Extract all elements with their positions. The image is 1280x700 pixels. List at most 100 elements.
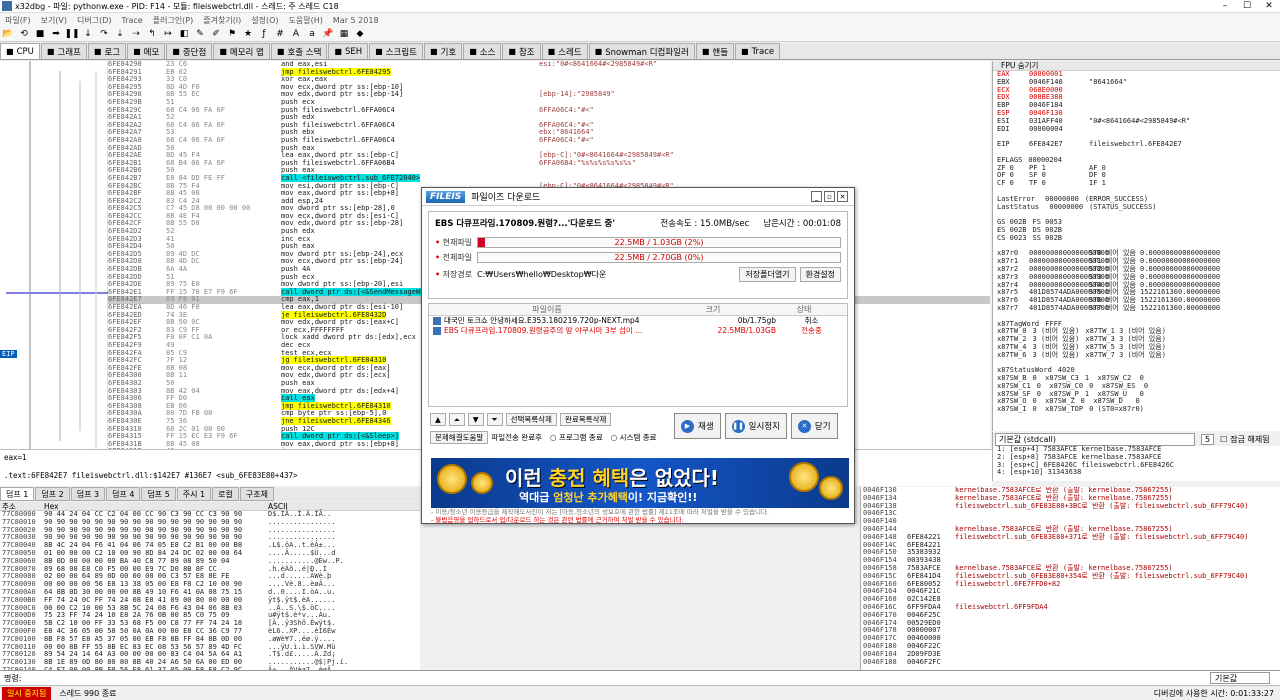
restart-icon[interactable]: ⟲ bbox=[17, 28, 31, 40]
tab-14[interactable]: ■ 핸들 bbox=[695, 43, 735, 59]
file-list[interactable]: 파일이름 크기 상태 대국민 토크쇼 안녕하세요.E353.180219.720… bbox=[428, 303, 848, 407]
register-row[interactable]: EDI 00000004 bbox=[993, 125, 1280, 134]
comment-icon[interactable]: ✐ bbox=[209, 28, 223, 40]
patch-icon[interactable]: ✎ bbox=[193, 28, 207, 40]
file-row[interactable]: 대국민 토크쇼 안녕하세요.E353.180219.720p-NEXT.mp4 0… bbox=[429, 316, 847, 326]
exit-program-option[interactable]: ○ 프로그램 종료 bbox=[550, 432, 603, 443]
calling-convention-select[interactable]: 기본값 (stdcall) bbox=[995, 432, 1195, 446]
font-icon[interactable]: A bbox=[289, 28, 303, 40]
minimize-icon[interactable]: – bbox=[1214, 1, 1236, 11]
tab-3[interactable]: ■ 메모 bbox=[127, 43, 166, 59]
menu-item[interactable]: 보기(V) bbox=[36, 15, 72, 26]
register-row[interactable]: x87r7 401D8574ADA00000000ST7 비어 있음 152216… bbox=[993, 304, 1280, 313]
dialog-minimize-icon[interactable]: _ bbox=[811, 191, 822, 202]
arg-count-spinner[interactable]: 5 bbox=[1201, 433, 1215, 445]
dump-tab-7[interactable]: 로컬 bbox=[212, 487, 239, 501]
dialog-close-icon[interactable]: ✕ bbox=[837, 191, 848, 202]
disasm-row[interactable]: 6FE84293 33 C0 xor eax,eax bbox=[108, 76, 990, 84]
run-icon[interactable]: ➡ bbox=[49, 28, 63, 40]
tab-9[interactable]: ■ 기호 bbox=[424, 43, 463, 59]
registers-view[interactable]: FPU 숨기기 EAX 00000001 EBX 0046F140 "8641664" E… bbox=[992, 61, 1280, 431]
strings-icon[interactable]: a bbox=[305, 28, 319, 40]
disasm-row[interactable]: 6FE842B6 50 push eax bbox=[108, 167, 990, 175]
label-icon[interactable]: ⚑ bbox=[225, 28, 239, 40]
pause-icon[interactable]: ❚❚ bbox=[64, 28, 79, 40]
lock-checkbox[interactable]: ☐ bbox=[1220, 435, 1227, 444]
register-row[interactable]: x87SW_I 0 x87SW_TOP 0 (ST0=x87r0) bbox=[993, 405, 1280, 414]
hash-icon[interactable]: # bbox=[273, 28, 287, 40]
stack-row[interactable]: 0046F138 fileiswebctrl.sub_6FE83E80+3BC로 … bbox=[861, 502, 1280, 511]
tab-10[interactable]: ■ 소스 bbox=[463, 43, 502, 59]
register-row[interactable]: CF 0 TF 0 IF 1 bbox=[993, 179, 1280, 188]
shutdown-option[interactable]: ○ 시스템 종료 bbox=[611, 432, 657, 443]
tab-15[interactable]: ■ Trace bbox=[735, 43, 781, 59]
menu-item[interactable]: Mar 5 2018 bbox=[328, 16, 384, 25]
bookmark-icon[interactable]: ★ bbox=[241, 28, 255, 40]
move-up-button[interactable]: ▲ bbox=[430, 413, 446, 426]
move-top-button[interactable]: ⏶ bbox=[448, 413, 465, 426]
menu-item[interactable]: 파일(F) bbox=[0, 15, 36, 26]
disasm-row[interactable]: 6FE8429C 68 C4 06 FA 6F push fileiswebctrl… bbox=[108, 106, 990, 115]
help-button[interactable]: 문제해결도움말 bbox=[430, 431, 489, 444]
step-over-icon[interactable]: ↷ bbox=[97, 28, 111, 40]
tab-8[interactable]: ■ 스크립트 bbox=[369, 43, 423, 59]
file-row[interactable]: EBS 다큐프라임.170809.원령공주의 땅 야쿠시마 3부 섬이 ... 2… bbox=[429, 326, 847, 336]
dialog-restore-icon[interactable]: ▫ bbox=[824, 191, 835, 202]
tab-7[interactable]: ■ SEH bbox=[328, 43, 369, 59]
play-button[interactable]: ▶ 재생 bbox=[674, 413, 721, 439]
menu-item[interactable]: Trace bbox=[117, 16, 148, 25]
scylla-icon[interactable]: ◧ bbox=[177, 28, 191, 40]
dump-tab-2[interactable]: 덤프 2 bbox=[35, 487, 70, 501]
ad-banner[interactable]: 이런 충전 혜택은 없었다! 역대급 엄청난 추가혜택이! 지금확인!! bbox=[431, 458, 849, 508]
tab-4[interactable]: ■ 중단점 bbox=[166, 43, 213, 59]
menu-item[interactable]: 도움말(H) bbox=[284, 15, 328, 26]
tab-12[interactable]: ■ 스레드 bbox=[541, 43, 588, 59]
dump-tab-4[interactable]: 덤프 4 bbox=[106, 487, 141, 501]
stack-row[interactable]: 0046F188 0046F2FC bbox=[861, 658, 1280, 667]
menu-item[interactable]: 설정(O) bbox=[246, 15, 283, 26]
register-row[interactable]: x87TW_6 3 (비어 있음) x87TW_7 3 (비어 있음) bbox=[993, 351, 1280, 360]
move-bottom-button[interactable]: ⏷ bbox=[486, 413, 503, 426]
tab-1[interactable]: ■ 그래프 bbox=[40, 43, 87, 59]
dump-tab-8[interactable]: 구조체 bbox=[239, 487, 274, 501]
disasm-row[interactable]: 6FE84298 8B 55 EC mov edx,dword ptr ss:[eb… bbox=[108, 91, 990, 99]
arguments-view[interactable]: 1: [esp+4] 7583AFCE kernelbase.7583AFCE 2… bbox=[992, 445, 1280, 481]
trace-over-icon[interactable]: ⇢ bbox=[129, 28, 143, 40]
calculator-icon[interactable]: ▦ bbox=[337, 28, 351, 40]
menu-item[interactable]: 즐겨찾기(I) bbox=[198, 15, 246, 26]
register-row[interactable]: EIP 6FE842E7 fileiswebctrl.6FE842E7 bbox=[993, 140, 1280, 149]
close-file-icon[interactable]: ■ bbox=[33, 28, 47, 40]
dump-tab-5[interactable]: 덤프 5 bbox=[141, 487, 176, 501]
tab-2[interactable]: ■ 로그 bbox=[87, 43, 127, 59]
tab-13[interactable]: ■ Snowman 디컴파일러 bbox=[588, 43, 695, 59]
step-into-icon[interactable]: ↓ bbox=[81, 28, 95, 40]
shield-icon[interactable]: ◆ bbox=[353, 28, 367, 40]
maximize-icon[interactable]: ☐ bbox=[1236, 1, 1258, 11]
settings-button[interactable]: 환경설정 bbox=[799, 267, 841, 282]
tab-6[interactable]: ■ 호출 스택 bbox=[270, 43, 328, 59]
tab-0[interactable]: ■ CPU bbox=[0, 43, 40, 59]
dump-tab-1[interactable]: 덤프 1 bbox=[0, 487, 35, 501]
close-icon[interactable]: ✕ bbox=[1258, 1, 1280, 11]
command-mode-select[interactable]: 기본값 bbox=[1210, 672, 1270, 684]
register-row[interactable]: LastStatus 00000000 (STATUS_SUCCESS) bbox=[993, 203, 1280, 212]
menu-item[interactable]: 디버그(D) bbox=[72, 15, 116, 26]
pause-button[interactable]: ❚❚ 일시정지 bbox=[724, 413, 787, 439]
execute-till-return-icon[interactable]: ↰ bbox=[145, 28, 159, 40]
dump-tab-6[interactable]: 주시 1 bbox=[176, 487, 212, 501]
command-input[interactable] bbox=[25, 672, 1210, 684]
run-to-user-icon[interactable]: ↦ bbox=[161, 28, 175, 40]
register-row[interactable]: CS 0023 SS 002B bbox=[993, 234, 1280, 243]
hex-dump-view[interactable]: 주소 Hex ASCII 77C80000 90 44 24 04 CC C2 0… bbox=[0, 502, 420, 670]
stack-row[interactable]: 0046F13C bbox=[861, 510, 1280, 518]
disasm-row[interactable]: 6FE842B1 68 B4 06 FA 6F push fileiswebctrl… bbox=[108, 159, 990, 168]
delete-completed-button[interactable]: 완료목록삭제 bbox=[559, 413, 612, 426]
open-folder-button[interactable]: 저장폴더열기 bbox=[739, 267, 796, 282]
function-icon[interactable]: ƒ bbox=[257, 28, 271, 40]
stack-view[interactable]: 0046F130 kernelbase.7583AFCE로 반환 (출발: ker… bbox=[860, 487, 1280, 670]
pin-icon[interactable]: 📌 bbox=[321, 28, 335, 40]
move-down-button[interactable]: ▼ bbox=[467, 413, 484, 426]
delete-selected-button[interactable]: 선택목록삭제 bbox=[505, 413, 557, 426]
tab-5[interactable]: ■ 메모리 맵 bbox=[213, 43, 270, 59]
tab-11[interactable]: ■ 참조 bbox=[502, 43, 541, 59]
